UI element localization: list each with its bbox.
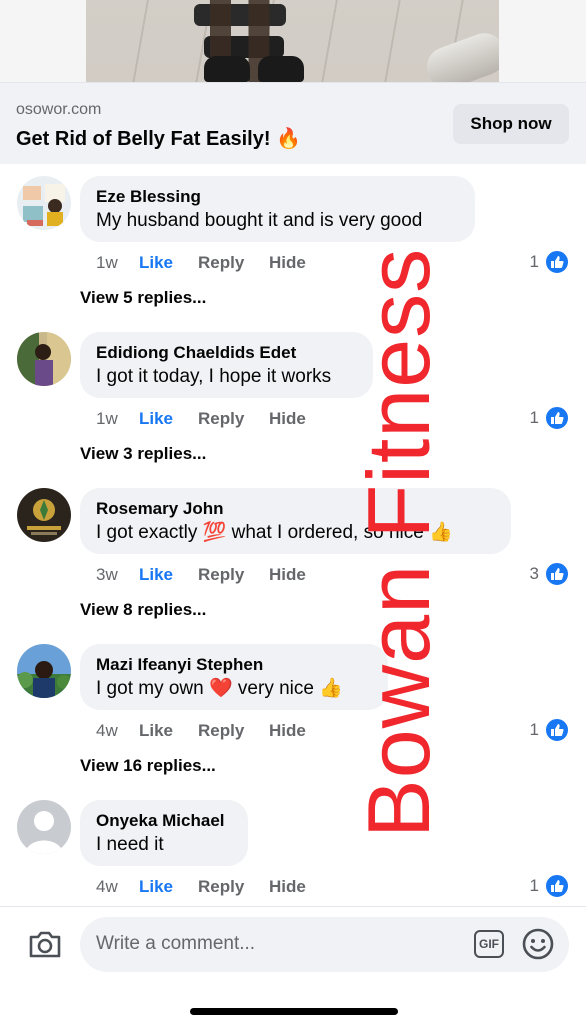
comment-composer: Write a comment... GIF [0,906,586,1024]
comment-actions: 4w Like Reply Hide [96,720,306,742]
comment-input-placeholder: Write a comment... [96,933,256,954]
like-button[interactable]: Like [139,253,198,273]
view-replies-link[interactable]: View 5 replies... [80,288,206,308]
like-button[interactable]: Like [139,409,198,429]
reaction-count: 1 [529,252,539,271]
reaction-summary[interactable]: 3 [530,561,570,587]
like-button[interactable]: Like [139,721,198,741]
comment-actions: 3w Like Reply Hide [96,564,306,586]
comment-bubble[interactable]: Eze Blessing My husband bought it and is… [80,176,475,242]
view-replies-link[interactable]: View 3 replies... [80,444,206,464]
hide-button[interactable]: Hide [269,253,306,273]
shoe-left [204,56,250,82]
reaction-count: 1 [529,720,539,739]
comment-time[interactable]: 3w [96,565,139,585]
comment-time[interactable]: 4w [96,721,139,741]
comment-author[interactable]: Eze Blessing [96,186,459,207]
reaction-count: 1 [529,408,539,427]
comment-text: I got my own ❤️ very nice 👍 [96,678,343,699]
reaction-summary[interactable]: 1 [530,717,570,743]
reaction-count: 3 [529,564,539,583]
comment-actions: 1w Like Reply Hide [96,408,306,430]
comment-time[interactable]: 1w [96,409,139,429]
comment-input[interactable]: Write a comment... GIF [80,917,569,972]
hide-button[interactable]: Hide [269,877,306,897]
emoji-icon[interactable] [521,927,555,961]
ad-info-bar[interactable]: osowor.com Get Rid of Belly Fat Easily! … [0,82,586,164]
reply-button[interactable]: Reply [198,565,269,585]
comment-author[interactable]: Rosemary John [96,498,495,519]
reply-button[interactable]: Reply [198,721,269,741]
thumbs-up-icon [544,561,570,587]
comment-bubble[interactable]: Onyeka Michael I need it [80,800,248,866]
thumbs-up-icon [544,405,570,431]
thumbs-up-icon [544,873,570,899]
like-button[interactable]: Like [139,877,198,897]
thumbs-up-icon [544,717,570,743]
reaction-summary[interactable]: 1 [530,249,570,275]
comment-text: My husband bought it and is very good [96,210,423,231]
ad-media[interactable] [0,0,586,82]
reply-button[interactable]: Reply [198,877,269,897]
ad-video-frame[interactable] [86,0,499,82]
comment-author[interactable]: Mazi Ifeanyi Stephen [96,654,372,675]
avatar[interactable] [17,176,71,230]
view-replies-link[interactable]: View 8 replies... [80,600,206,620]
camera-icon[interactable] [28,929,62,959]
comment-author[interactable]: Onyeka Michael [96,810,232,831]
comment-actions: 4w Like Reply Hide [96,876,306,898]
comment-text: I got it today, I hope it works [96,366,332,387]
view-replies-link[interactable]: View 16 replies... [80,756,216,776]
reply-button[interactable]: Reply [198,253,269,273]
comment-text: I got exactly 💯 what I ordered, so nice … [96,522,453,543]
comment-bubble[interactable]: Rosemary John I got exactly 💯 what I ord… [80,488,511,554]
comment-author[interactable]: Edidiong Chaeldids Edet [96,342,357,363]
ad-title: Get Rid of Belly Fat Easily! 🔥 [16,128,301,150]
comment-actions: 1w Like Reply Hide [96,252,306,274]
hide-button[interactable]: Hide [269,721,306,741]
avatar[interactable] [17,332,71,386]
shoe-right [258,56,304,82]
shop-now-button[interactable]: Shop now [453,104,569,144]
thumbs-up-icon [544,249,570,275]
gif-icon[interactable]: GIF [474,930,504,958]
comment-bubble[interactable]: Edidiong Chaeldids Edet I got it today, … [80,332,373,398]
hide-button[interactable]: Hide [269,565,306,585]
comment-time[interactable]: 4w [96,877,139,897]
avatar-placeholder[interactable] [17,800,71,854]
comment-time[interactable]: 1w [96,253,139,273]
reaction-count: 1 [529,876,539,895]
ad-domain: osowor.com [16,101,102,118]
comment-text: I need it [96,834,164,855]
reaction-summary[interactable]: 1 [530,405,570,431]
comment-bubble[interactable]: Mazi Ifeanyi Stephen I got my own ❤️ ver… [80,644,388,710]
home-indicator[interactable] [190,1008,398,1015]
reaction-summary[interactable]: 1 [530,873,570,899]
hide-button[interactable]: Hide [269,409,306,429]
like-button[interactable]: Like [139,565,198,585]
avatar[interactable] [17,644,71,698]
reply-button[interactable]: Reply [198,409,269,429]
avatar[interactable] [17,488,71,542]
